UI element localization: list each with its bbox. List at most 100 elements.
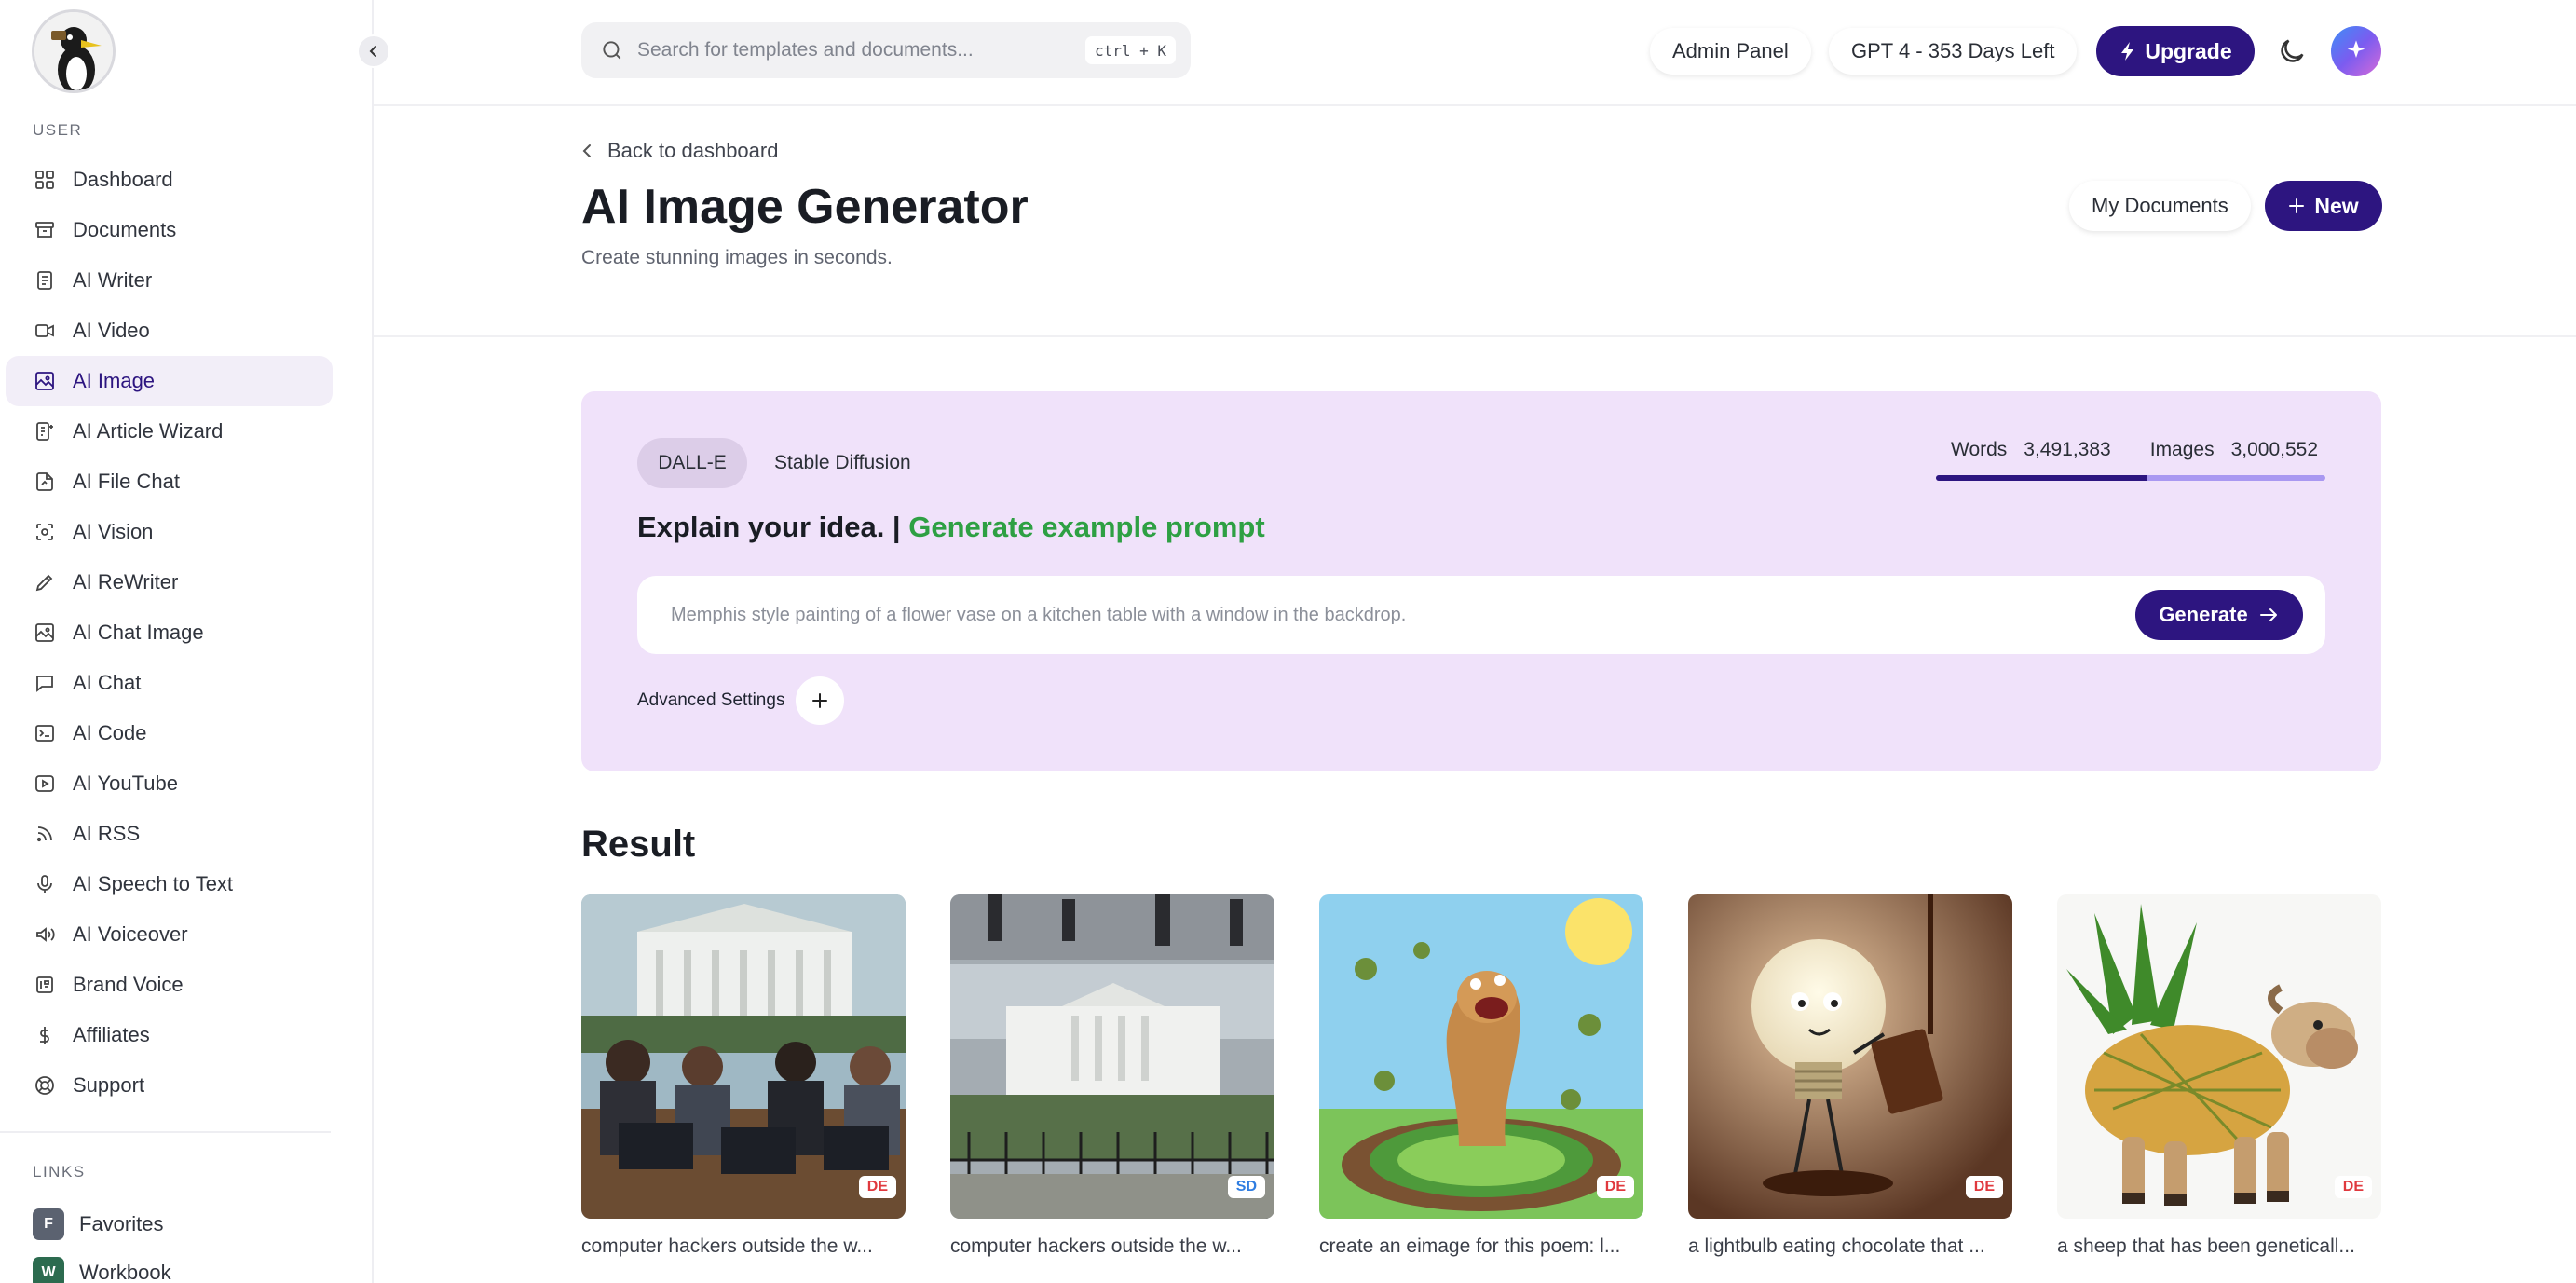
- result-image[interactable]: DE: [2057, 894, 2381, 1219]
- lightbulb-chocolate-image: [1688, 894, 2012, 1219]
- grid-icon: [34, 169, 56, 191]
- sidebar-item-label: AI Article Wizard: [73, 419, 224, 443]
- sidebar-item-label: Documents: [73, 218, 177, 241]
- result-card[interactable]: SD computer hackers outside the w...: [950, 894, 1274, 1258]
- sidebar-item-support[interactable]: Support: [6, 1060, 333, 1111]
- sidebar-item-documents[interactable]: Documents: [6, 205, 333, 255]
- pen-icon: [34, 571, 56, 594]
- chat-image-icon: [34, 621, 56, 644]
- new-button[interactable]: New: [2265, 181, 2382, 231]
- page-header: Back to dashboard AI Image Generator Cre…: [374, 106, 2576, 337]
- sidebar-item-ai-rewriter[interactable]: AI ReWriter: [6, 557, 333, 607]
- model-badge: DE: [858, 1176, 896, 1198]
- link-badge: W: [33, 1257, 64, 1283]
- generate-button[interactable]: Generate: [2135, 590, 2303, 640]
- images-label: Images: [2149, 439, 2215, 460]
- words-value: 3,491,383: [2024, 439, 2111, 460]
- links-section-label: LINKS: [33, 1163, 86, 1181]
- admin-panel-button[interactable]: Admin Panel: [1650, 28, 1811, 75]
- tab-stable-diffusion[interactable]: Stable Diffusion: [774, 438, 911, 488]
- plus-icon: [2289, 198, 2305, 213]
- my-documents-button[interactable]: My Documents: [2069, 181, 2251, 231]
- sidebar-item-ai-rss[interactable]: AI RSS: [6, 809, 333, 859]
- sidebar-item-ai-chat[interactable]: AI Chat: [6, 658, 333, 708]
- prompt-input[interactable]: [671, 604, 2068, 626]
- brand-icon: [34, 974, 56, 996]
- sidebar-divider: [0, 1131, 331, 1133]
- sparkle-icon: [2347, 40, 2365, 58]
- tab-dalle[interactable]: DALL-E: [637, 438, 747, 488]
- images-value: 3,000,552: [2230, 439, 2319, 460]
- image-icon: [34, 370, 56, 392]
- sidebar-item-ai-vision[interactable]: AI Vision: [6, 507, 333, 557]
- youtube-icon: [34, 772, 56, 795]
- result-card[interactable]: DE create an eimage for this poem: l...: [1319, 894, 1643, 1258]
- result-image[interactable]: DE: [1319, 894, 1643, 1219]
- result-card[interactable]: DE computer hackers outside the w...: [581, 894, 906, 1258]
- sidebar-item-affiliates[interactable]: Affiliates: [6, 1010, 333, 1060]
- page-title: AI Image Generator: [581, 180, 1029, 234]
- explain-label: Explain your idea. |: [637, 511, 901, 543]
- link-workbook[interactable]: W Workbook: [33, 1249, 340, 1283]
- sidebar-item-label: AI Code: [73, 721, 147, 744]
- sidebar-item-ai-writer[interactable]: AI Writer: [6, 255, 333, 306]
- generate-example-link[interactable]: Generate example prompt: [908, 511, 1264, 543]
- back-to-dashboard-link[interactable]: Back to dashboard: [581, 139, 778, 163]
- scan-icon: [34, 521, 56, 543]
- sidebar-item-label: AI Chat Image: [73, 621, 204, 644]
- advanced-settings: Advanced Settings: [637, 676, 845, 725]
- sidebar-item-ai-chat-image[interactable]: AI Chat Image: [6, 607, 333, 658]
- sidebar-item-ai-image[interactable]: AI Image: [6, 356, 333, 406]
- dollar-icon: [34, 1024, 56, 1046]
- hackers-image: [581, 894, 906, 1219]
- sidebar-item-brand-voice[interactable]: Brand Voice: [6, 960, 333, 1010]
- arrow-right-icon: [2259, 608, 2277, 621]
- prompt-heading: Explain your idea. | Generate example pr…: [637, 511, 1265, 544]
- sidebar-item-ai-speech-to-text[interactable]: AI Speech to Text: [6, 859, 333, 909]
- sidebar-links: F Favorites W Workbook: [33, 1200, 340, 1283]
- archive-icon: [34, 219, 56, 241]
- sidebar-item-ai-article-wizard[interactable]: AI Article Wizard: [6, 406, 333, 457]
- upgrade-button[interactable]: Upgrade: [2096, 26, 2255, 76]
- result-image[interactable]: SD: [950, 894, 1274, 1219]
- new-label: New: [2314, 193, 2359, 218]
- terminal-icon: [34, 722, 56, 744]
- sidebar-item-ai-file-chat[interactable]: AI File Chat: [6, 457, 333, 507]
- sidebar-item-ai-code[interactable]: AI Code: [6, 708, 333, 758]
- dark-mode-icon[interactable]: [2276, 35, 2308, 67]
- model-badge: DE: [2334, 1176, 2372, 1198]
- plan-status-button[interactable]: GPT 4 - 353 Days Left: [1829, 28, 2078, 75]
- result-card[interactable]: DE a lightbulb eating chocolate that ...: [1688, 894, 2012, 1258]
- sidebar-item-ai-video[interactable]: AI Video: [6, 306, 333, 356]
- link-label: Favorites: [79, 1212, 164, 1235]
- advanced-settings-toggle[interactable]: [796, 676, 845, 725]
- app-logo[interactable]: [32, 9, 116, 93]
- model-badge: SD: [1227, 1176, 1265, 1198]
- link-favorites[interactable]: F Favorites: [33, 1200, 340, 1249]
- sidebar-item-label: AI Vision: [73, 520, 154, 543]
- back-label: Back to dashboard: [607, 139, 779, 162]
- search-input[interactable]: [637, 39, 1075, 61]
- result-image[interactable]: DE: [581, 894, 906, 1219]
- advanced-settings-label: Advanced Settings: [637, 690, 785, 710]
- search-box[interactable]: ctrl + K: [581, 22, 1191, 78]
- sidebar-item-label: Brand Voice: [73, 973, 184, 996]
- result-caption: a lightbulb eating chocolate that ...: [1688, 1235, 1985, 1257]
- microphone-icon: [34, 873, 56, 895]
- sidebar-nav: Dashboard Documents AI Writer AI Video A…: [6, 155, 333, 1111]
- wizard-icon: [34, 420, 56, 443]
- result-card[interactable]: DE a sheep that has been geneticall...: [2057, 894, 2381, 1258]
- sidebar-item-dashboard[interactable]: Dashboard: [6, 155, 333, 205]
- result-image[interactable]: DE: [1688, 894, 2012, 1219]
- sidebar-item-ai-voiceover[interactable]: AI Voiceover: [6, 909, 333, 960]
- collapse-sidebar-button[interactable]: [357, 34, 390, 68]
- model-badge: DE: [1965, 1176, 2003, 1198]
- user-avatar[interactable]: [2331, 26, 2381, 76]
- worm-cartoon-image: [1319, 894, 1643, 1219]
- generator-panel: DALL-E Stable Diffusion Words 3,491,383 …: [581, 391, 2381, 771]
- chevron-left-icon: [369, 46, 376, 57]
- result-caption: create an eimage for this poem: l...: [1319, 1235, 1621, 1257]
- top-bar: ctrl + K Admin Panel GPT 4 - 353 Days Le…: [374, 0, 2576, 106]
- sidebar-item-ai-youtube[interactable]: AI YouTube: [6, 758, 333, 809]
- rss-icon: [34, 823, 56, 845]
